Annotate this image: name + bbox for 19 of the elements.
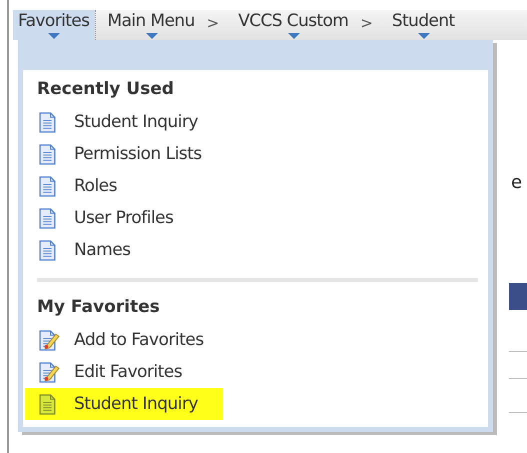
nav-menu[interactable]: VCCS Custom <box>233 10 354 40</box>
nav-menu[interactable]: Student <box>386 10 461 40</box>
menu-item[interactable]: Permission Lists <box>37 138 214 170</box>
pencil-document-icon <box>39 362 60 382</box>
section-heading: My Favorites <box>37 296 161 319</box>
breadcrumb-separator: > <box>206 13 220 34</box>
section-heading: Recently Used <box>37 78 175 101</box>
menu-item[interactable]: Names <box>37 234 214 266</box>
nav-menu[interactable]: Favorites <box>13 10 96 40</box>
page-text: e <box>511 172 522 193</box>
nav-menu[interactable]: Main Menu <box>102 10 201 40</box>
menu-item[interactable]: Roles <box>37 170 214 202</box>
pencil-document-icon <box>39 330 60 350</box>
menu-item[interactable]: User Profiles <box>37 202 214 234</box>
menu-item[interactable]: Student Inquiry <box>37 106 214 138</box>
breadcrumb-separator: > <box>359 13 374 34</box>
menu-item[interactable]: Add to Favorites <box>37 324 214 356</box>
menu-item[interactable]: Edit Favorites <box>37 356 214 388</box>
menu-item[interactable]: Student Inquiry <box>25 388 223 420</box>
